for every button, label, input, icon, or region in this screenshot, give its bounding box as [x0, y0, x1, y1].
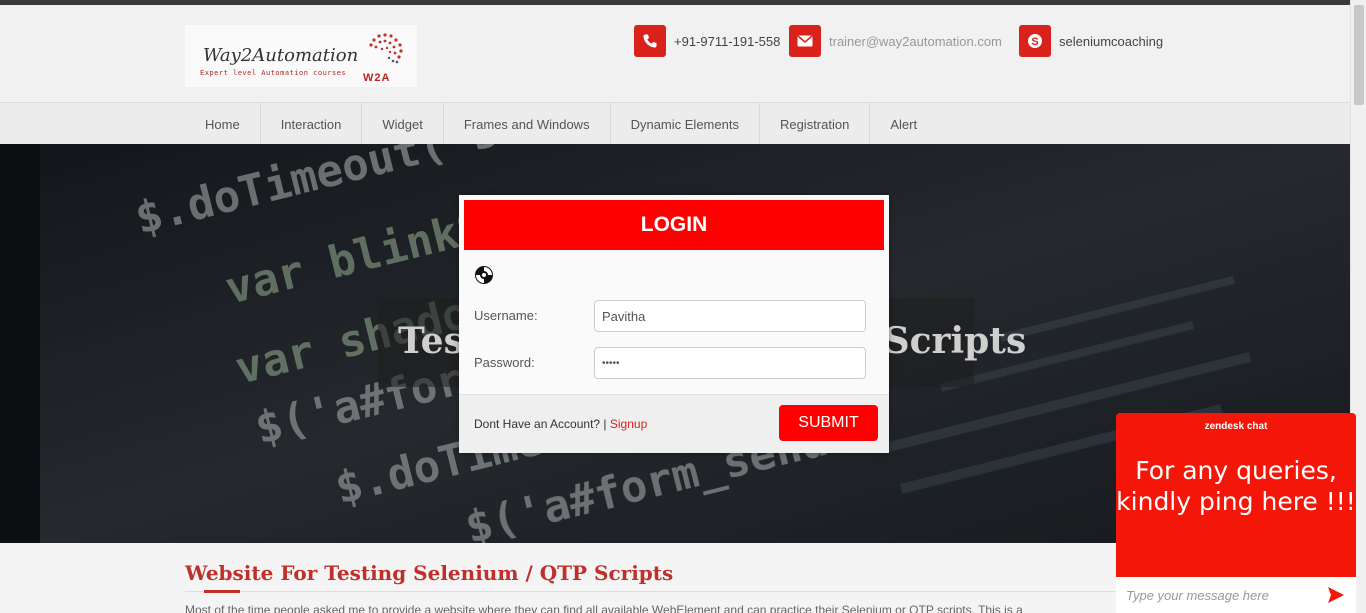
logo-mark-text: W2A: [363, 72, 391, 84]
chat-input-placeholder: Type your message here: [1126, 588, 1269, 603]
nav-item-registration[interactable]: Registration: [760, 103, 871, 145]
nav-item-alert[interactable]: Alert: [870, 103, 937, 145]
login-modal: LOGIN Username: Pavitha Password: ••••• …: [459, 195, 889, 453]
nav-item-dynamic-elements[interactable]: Dynamic Elements: [611, 103, 760, 145]
login-modal-footer: Dont Have an Account? | Signup SUBMIT: [459, 394, 889, 453]
loading-spinner-icon: [475, 266, 493, 284]
content-title: Website For Testing Selenium / QTP Scrip…: [185, 561, 674, 585]
email-address: trainer@way2automation.com: [829, 33, 1002, 49]
skype-icon: S: [1019, 25, 1051, 57]
chat-message-input[interactable]: Type your message here: [1116, 577, 1356, 613]
logo-tagline: Expert level Automation courses: [200, 69, 347, 77]
contact-email[interactable]: trainer@way2automation.com: [789, 25, 1002, 57]
logo-title: Way2Automation: [203, 45, 359, 66]
username-field[interactable]: Pavitha: [594, 300, 866, 332]
send-icon[interactable]: [1327, 586, 1345, 604]
nav-item-interaction[interactable]: Interaction: [261, 103, 363, 145]
login-title: LOGIN: [640, 213, 708, 236]
phone-icon: [634, 25, 666, 57]
svg-text:S: S: [1031, 36, 1038, 48]
signup-prompt: Dont Have an Account? | Signup: [474, 417, 647, 431]
logo-mark-icon: [369, 33, 403, 64]
skype-handle: seleniumcoaching: [1059, 33, 1164, 49]
contact-phone[interactable]: +91-9711-191-558: [634, 25, 780, 57]
username-label: Username:: [474, 308, 538, 323]
contact-skype[interactable]: S seleniumcoaching: [1019, 25, 1163, 57]
nav-item-frames-and-windows[interactable]: Frames and Windows: [444, 103, 611, 145]
nav-item-widget[interactable]: Widget: [362, 103, 444, 145]
mail-icon: [789, 25, 821, 57]
nav-item-home[interactable]: Home: [185, 103, 261, 145]
login-modal-header: LOGIN: [464, 200, 884, 250]
content-divider: [185, 591, 1115, 592]
content-paragraph: Most of the time people asked me to prov…: [185, 603, 1023, 613]
site-logo[interactable]: Way2Automation Expert level Automation c…: [185, 25, 417, 87]
submit-button[interactable]: SUBMIT: [779, 405, 878, 441]
password-label: Password:: [474, 355, 535, 370]
scrollbar-thumb[interactable]: [1354, 5, 1364, 105]
zendesk-chat-widget[interactable]: zendesk chat For any queries, kindly pin…: [1116, 413, 1356, 613]
password-field[interactable]: •••••: [594, 347, 866, 379]
zendesk-message: For any queries, kindly ping here !!!: [1116, 456, 1356, 516]
zendesk-brand: zendesk chat: [1204, 421, 1268, 432]
main-nav: Home Interaction Widget Frames and Windo…: [0, 102, 1350, 148]
site-header: Way2Automation Expert level Automation c…: [0, 5, 1366, 102]
content-divider-accent: [204, 590, 240, 593]
no-account-text: Dont Have an Account? |: [474, 417, 607, 431]
signup-link[interactable]: Signup: [610, 417, 647, 431]
phone-number: +91-9711-191-558: [674, 33, 781, 49]
